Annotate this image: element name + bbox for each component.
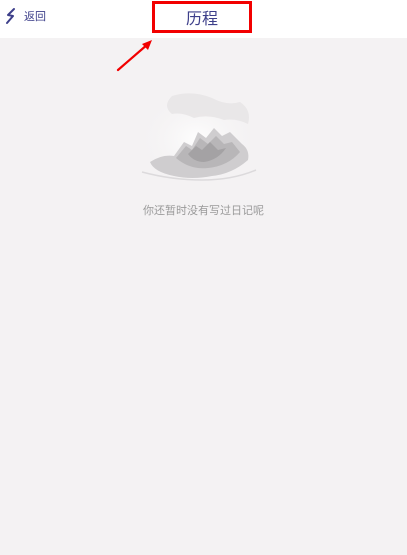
empty-state-message: 你还暂时没有写过日记呢: [143, 204, 264, 217]
page-title-highlight: 历程: [152, 1, 252, 33]
back-button[interactable]: 返回: [4, 4, 46, 28]
mountain-landscape-icon: [135, 89, 259, 189]
navigation-bar: 返回 历程: [0, 0, 407, 38]
page-title: 历程: [185, 9, 218, 28]
back-label: 返回: [24, 10, 46, 23]
annotation-arrow-icon: [116, 40, 152, 72]
back-feather-icon: [4, 7, 18, 25]
